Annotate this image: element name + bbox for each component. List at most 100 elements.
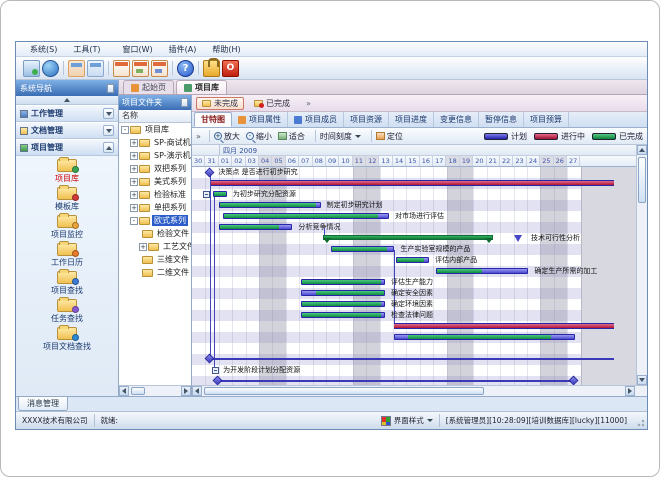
sidebar-item-project-search-folder[interactable]: 项目查找 [51, 271, 83, 296]
gantt-tab-inactive[interactable]: 暂停信息 [479, 112, 524, 127]
task-bar[interactable] [301, 312, 385, 318]
scroll-up-button[interactable] [637, 145, 647, 155]
tree-expander[interactable]: - [121, 126, 129, 134]
task-bar[interactable] [219, 224, 293, 230]
filter-incomplete-button[interactable]: 未完成 [196, 97, 244, 110]
tree-item[interactable]: -欧式系列 [119, 214, 191, 227]
locate-button[interactable]: 定位 [376, 131, 403, 142]
section-chevron-button[interactable] [103, 125, 114, 136]
task-bar[interactable] [301, 290, 385, 296]
gantt-vscroll-thumb[interactable] [638, 157, 646, 203]
tree-item[interactable]: +工艺文件 [119, 240, 191, 253]
tree-expander[interactable]: + [130, 152, 138, 160]
time-scale-button[interactable]: 时间刻度 [320, 131, 361, 142]
sidebar-item-task-search-folder[interactable]: 任务查找 [51, 299, 83, 324]
sidebar-item-document-search[interactable]: 项目文档查找 [43, 327, 91, 352]
gantt-tab-inactive[interactable]: 项目进度 [389, 112, 434, 127]
scroll-down-button[interactable] [637, 375, 647, 385]
tree-item[interactable]: +单把系列 [119, 201, 191, 214]
gantt-tab-inactive[interactable]: 项目成员 [288, 112, 344, 127]
task-bar[interactable] [396, 257, 430, 263]
tree-expander[interactable]: + [130, 178, 138, 186]
sidebar-item-project-monitor-folder[interactable]: 项目监控 [51, 215, 83, 240]
tree-expander[interactable]: + [130, 191, 138, 199]
task-bar[interactable] [301, 301, 385, 307]
tree-item[interactable]: +SP-演示机系 [119, 149, 191, 162]
tree-pin-icon[interactable] [181, 98, 188, 107]
in-progress-bar[interactable] [394, 323, 614, 329]
tree-item[interactable]: +美式系列 [119, 175, 191, 188]
menu-item-3[interactable]: 窗口(W) [114, 43, 160, 56]
tree-horizontal-scrollbar[interactable] [119, 385, 191, 396]
summary-milestone-icon[interactable] [514, 235, 522, 242]
globe-icon[interactable] [42, 60, 59, 77]
sidebar-item-template-library-folder[interactable]: 模板库 [55, 187, 79, 212]
window-tile-icon[interactable] [87, 60, 104, 77]
sidebar-item-project-library-folder[interactable]: 项目库 [55, 159, 79, 184]
gantt-tab-inactive[interactable]: 项目预算 [524, 112, 569, 127]
sidebar-section-2[interactable]: 文档管理 [16, 122, 118, 139]
task-bar[interactable] [331, 246, 394, 252]
window-cascade-icon[interactable] [68, 60, 85, 77]
calendar-1-icon[interactable] [113, 60, 130, 77]
resize-grip[interactable] [635, 415, 645, 427]
zoom-in-button[interactable]: +放大 [214, 131, 240, 142]
filter-complete-button[interactable]: 已完成 [248, 97, 296, 110]
task-bar[interactable] [394, 334, 575, 340]
message-tab[interactable]: 消息管理 [18, 397, 68, 411]
tree-expander[interactable]: + [130, 165, 138, 173]
gantt-tab-inactive[interactable]: 项目属性 [232, 112, 288, 127]
section-chevron-button[interactable] [103, 108, 114, 119]
milestone-square[interactable] [212, 367, 219, 374]
task-bar[interactable] [213, 191, 226, 197]
milestone-diamond[interactable] [205, 168, 215, 178]
tree-item[interactable]: +检验标准 [119, 188, 191, 201]
task-bar[interactable] [301, 279, 385, 285]
gantt-tab-inactive[interactable]: 项目资源 [344, 112, 389, 127]
summary-bar[interactable] [323, 235, 493, 240]
tree-expander[interactable]: + [139, 243, 147, 251]
tree-expander[interactable]: + [130, 139, 138, 147]
tree-column-header[interactable]: 名称 [119, 110, 191, 123]
doc-tab-inactive[interactable]: 起始页 [123, 80, 174, 94]
tree-item[interactable]: 三维文件 [119, 253, 191, 266]
gantt-vertical-scrollbar[interactable] [636, 145, 647, 385]
zoom-out-button[interactable]: -缩小 [246, 131, 272, 142]
tree-expander[interactable]: + [130, 204, 138, 212]
gantt-scroll-thumb[interactable] [204, 387, 484, 395]
sidebar-section-3[interactable]: 项目管理 [16, 139, 118, 156]
in-progress-bar[interactable] [211, 180, 614, 186]
filter-more-button[interactable]: » [306, 99, 311, 108]
tree-scroll-thumb[interactable] [131, 387, 145, 395]
tree-item[interactable]: 二维文件 [119, 266, 191, 279]
task-bar[interactable] [223, 213, 389, 219]
pin-icon[interactable] [107, 84, 114, 93]
menu-item-5[interactable]: 帮助(H) [204, 43, 248, 56]
tree-item[interactable]: +SP-商试机系 [119, 136, 191, 149]
scroll-right-button[interactable] [181, 386, 191, 396]
scroll-left-button[interactable] [119, 386, 129, 396]
sidebar-item-work-calendar[interactable]: 工作日历 [51, 243, 83, 268]
tree-item[interactable]: +双把系列 [119, 162, 191, 175]
gantt-horizontal-scrollbar[interactable] [192, 385, 647, 396]
gantt-tab-active[interactable]: 甘特图 [194, 112, 232, 127]
lock-icon[interactable] [203, 60, 220, 77]
computer-icon[interactable] [23, 60, 40, 77]
tree-expander[interactable]: - [130, 217, 138, 225]
menu-item-2[interactable]: 工具(T) [65, 43, 108, 56]
calendar-3-icon[interactable] [151, 60, 168, 77]
scroll-right-button[interactable] [625, 386, 635, 396]
interface-style-button[interactable]: 界面样式 [375, 414, 440, 427]
menu-item-4[interactable]: 插件(A) [161, 43, 205, 56]
tree-item[interactable]: 检验文件 [119, 227, 191, 240]
section-chevron-button[interactable] [103, 142, 114, 153]
scroll-left-button[interactable] [192, 386, 202, 396]
tree-item[interactable]: -项目库 [119, 123, 191, 136]
menu-item-1[interactable]: 系统(S) [22, 43, 65, 56]
task-bar[interactable] [436, 268, 528, 274]
fit-button[interactable]: 适合 [278, 131, 305, 142]
task-bar[interactable] [219, 202, 321, 208]
sidebar-section-1[interactable]: 工作管理 [16, 105, 118, 122]
doc-tab-active[interactable]: 项目库 [176, 80, 227, 94]
calendar-2-icon[interactable] [132, 60, 149, 77]
